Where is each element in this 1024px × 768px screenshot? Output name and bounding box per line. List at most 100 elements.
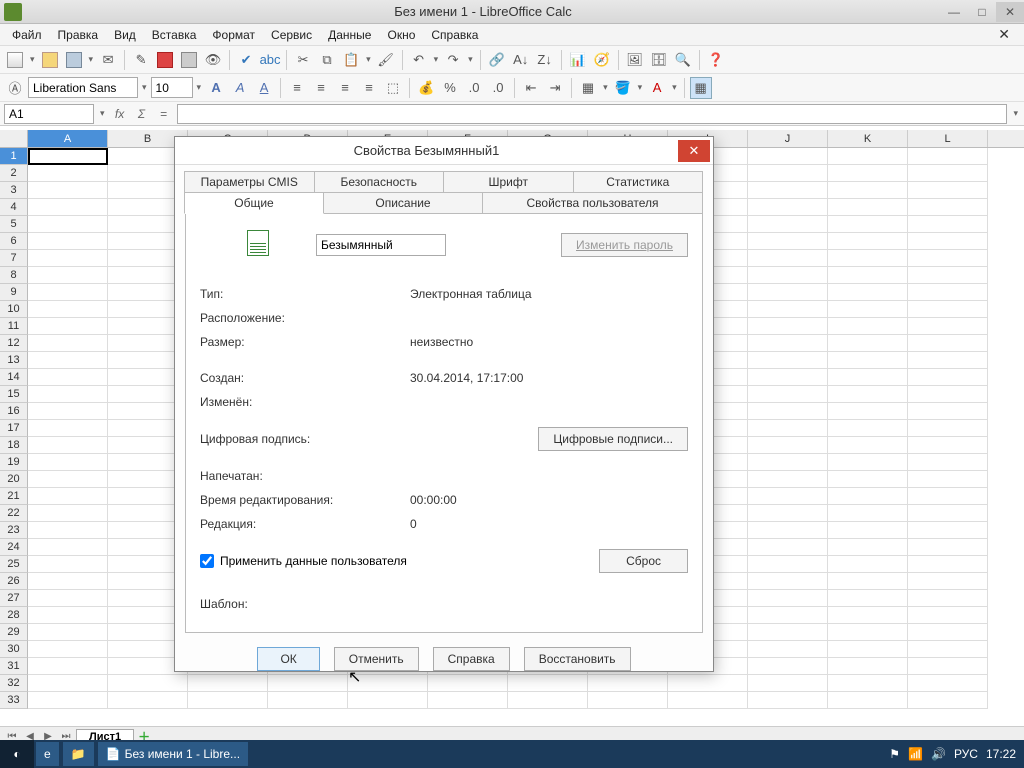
cell[interactable]	[28, 692, 108, 709]
row-header[interactable]: 29	[0, 624, 28, 641]
new-dropdown-icon[interactable]: ▾	[28, 54, 37, 65]
cell[interactable]	[828, 454, 908, 471]
cell[interactable]	[908, 335, 988, 352]
cell[interactable]	[908, 692, 988, 709]
row-header[interactable]: 4	[0, 199, 28, 216]
cell[interactable]	[748, 505, 828, 522]
row-header[interactable]: 15	[0, 386, 28, 403]
restore-button[interactable]: Восстановить	[524, 647, 631, 671]
cell[interactable]	[28, 199, 108, 216]
cell[interactable]	[108, 692, 188, 709]
row-header[interactable]: 24	[0, 539, 28, 556]
row-header[interactable]: 27	[0, 590, 28, 607]
font-name-input[interactable]	[28, 77, 138, 98]
cell[interactable]	[748, 386, 828, 403]
cell[interactable]	[908, 199, 988, 216]
cell[interactable]	[28, 182, 108, 199]
cell[interactable]	[748, 148, 828, 165]
cell[interactable]	[28, 216, 108, 233]
cell[interactable]	[28, 573, 108, 590]
cell[interactable]	[748, 165, 828, 182]
print-icon[interactable]	[178, 49, 200, 71]
cell[interactable]	[908, 607, 988, 624]
cell[interactable]	[908, 148, 988, 165]
row-header[interactable]: 30	[0, 641, 28, 658]
help-icon[interactable]: ❓	[705, 49, 727, 71]
currency-icon[interactable]: 💰	[415, 77, 437, 99]
tab-general[interactable]: Общие	[184, 192, 324, 214]
cell[interactable]	[828, 420, 908, 437]
cell[interactable]	[268, 692, 348, 709]
cell[interactable]	[28, 454, 108, 471]
bold-icon[interactable]: A	[205, 77, 227, 99]
cellref-dropdown-icon[interactable]: ▾	[98, 108, 107, 119]
undo-icon[interactable]: ↶	[408, 49, 430, 71]
function-wizard-icon[interactable]: fx	[111, 105, 129, 123]
cell[interactable]	[828, 471, 908, 488]
cell[interactable]	[908, 590, 988, 607]
menu-tools[interactable]: Сервис	[263, 26, 320, 44]
row-header[interactable]: 13	[0, 352, 28, 369]
save-dropdown-icon[interactable]: ▾	[87, 54, 96, 65]
cell[interactable]	[748, 182, 828, 199]
row-header[interactable]: 22	[0, 505, 28, 522]
paste-dropdown-icon[interactable]: ▾	[364, 54, 373, 65]
tray-clock[interactable]: 17:22	[986, 747, 1016, 761]
menu-help[interactable]: Справка	[423, 26, 486, 44]
document-name-input[interactable]	[316, 234, 446, 256]
cell[interactable]	[908, 182, 988, 199]
menu-format[interactable]: Формат	[204, 26, 263, 44]
cell[interactable]	[748, 233, 828, 250]
cell[interactable]	[28, 420, 108, 437]
cell[interactable]	[908, 454, 988, 471]
row-header[interactable]: 20	[0, 471, 28, 488]
tab-custom-props[interactable]: Свойства пользователя	[482, 192, 703, 214]
cell[interactable]	[28, 233, 108, 250]
cell[interactable]	[28, 437, 108, 454]
cell[interactable]	[908, 675, 988, 692]
cell[interactable]	[748, 369, 828, 386]
tray-volume-icon[interactable]: 🔊	[931, 747, 946, 761]
cell[interactable]	[28, 250, 108, 267]
cell[interactable]	[748, 624, 828, 641]
cell[interactable]	[828, 488, 908, 505]
start-button[interactable]: ◐	[0, 740, 34, 768]
cell[interactable]	[908, 505, 988, 522]
cell[interactable]	[748, 522, 828, 539]
cell[interactable]	[748, 675, 828, 692]
preview-icon[interactable]: 👁	[202, 49, 224, 71]
row-header[interactable]: 7	[0, 250, 28, 267]
row-header[interactable]: 25	[0, 556, 28, 573]
cell[interactable]	[908, 267, 988, 284]
cell[interactable]	[748, 318, 828, 335]
cell[interactable]	[28, 352, 108, 369]
row-header[interactable]: 12	[0, 335, 28, 352]
row-header[interactable]: 10	[0, 301, 28, 318]
cell[interactable]	[748, 454, 828, 471]
apply-user-data-input[interactable]	[200, 554, 214, 568]
row-header[interactable]: 6	[0, 233, 28, 250]
cell[interactable]	[748, 658, 828, 675]
cell[interactable]	[28, 641, 108, 658]
row-header[interactable]: 1	[0, 148, 28, 165]
taskbar-explorer-icon[interactable]: 📁	[63, 742, 94, 766]
row-header[interactable]: 21	[0, 488, 28, 505]
navigator-icon[interactable]: 🧭	[591, 49, 613, 71]
menu-window[interactable]: Окно	[379, 26, 423, 44]
cell[interactable]	[908, 539, 988, 556]
cell[interactable]	[748, 199, 828, 216]
formula-expand-icon[interactable]: ▾	[1011, 108, 1020, 119]
cell[interactable]	[828, 352, 908, 369]
row-header[interactable]: 17	[0, 420, 28, 437]
cell[interactable]	[908, 658, 988, 675]
cell[interactable]	[28, 267, 108, 284]
cell[interactable]	[748, 590, 828, 607]
cell[interactable]	[28, 148, 108, 165]
fontcolor-dropdown-icon[interactable]: ▾	[670, 82, 679, 93]
cell[interactable]	[908, 420, 988, 437]
maximize-button[interactable]: □	[968, 2, 996, 22]
tray-flag-icon[interactable]: ⚑	[889, 747, 900, 761]
cell[interactable]	[828, 641, 908, 658]
cell[interactable]	[28, 488, 108, 505]
cell[interactable]	[828, 658, 908, 675]
